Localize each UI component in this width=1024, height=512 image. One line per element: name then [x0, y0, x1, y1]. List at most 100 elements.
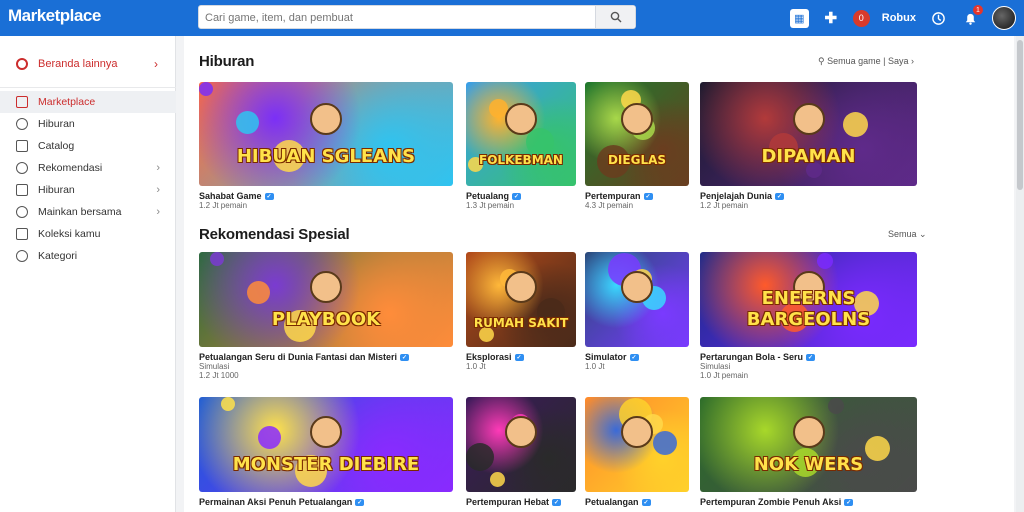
scroll-thumb[interactable] [1017, 40, 1023, 190]
main-content: Hiburan ⚲ Semua game | Saya › Rekomendas… [184, 36, 1014, 512]
game-name: Pertempuran Hebat ✓ [466, 497, 576, 507]
sidebar-item-5[interactable]: Mainkan bersama › [0, 201, 176, 223]
game-card[interactable]: NOK WERS Pertempuran Zombie Penuh Aksi ✓ [700, 397, 917, 507]
sidebar-list: Marketplace Hiburan Catalog Rekomendasi › Hib… [0, 91, 176, 267]
tag-icon [16, 250, 28, 262]
divider [0, 87, 176, 88]
thumbnail-decoration [526, 128, 554, 156]
game-name-text: Penjelajah Dunia [700, 191, 773, 201]
sidebar-header[interactable]: Beranda lainnya › [0, 50, 176, 78]
game-thumbnail[interactable]: FOLKEBMAN [466, 82, 576, 186]
see-all-link-1[interactable]: ⚲ Semua game | Saya › [818, 56, 914, 67]
see-all-label-1b: Saya [887, 56, 909, 66]
character-figure [621, 416, 653, 448]
game-card[interactable]: HIBUAN SGLEANS Sahabat Game ✓ 1.2 Jt pemain [199, 82, 453, 210]
verified-badge-icon: ✓ [629, 354, 639, 362]
game-name: Petualangan Seru di Dunia Fantasi dan Mi… [199, 352, 453, 362]
game-meta: 1.3 Jt pemain [466, 201, 515, 210]
game-thumbnail[interactable] [585, 252, 689, 347]
game-card[interactable]: RUMAH SAKIT Eksplorasi ✓ 1.0 Jt [466, 252, 576, 371]
game-thumbnail[interactable]: PLAYBOOK [199, 252, 453, 347]
game-thumbnail[interactable]: MONSTER DIEBIRE [199, 397, 453, 492]
game-thumbnail[interactable]: DIEGLAS [585, 82, 689, 186]
game-title-art: NOK WERS [753, 453, 864, 475]
build-icon[interactable]: ✚ [821, 8, 841, 28]
search-bar[interactable] [198, 5, 636, 29]
game-thumbnail[interactable]: HIBUAN SGLEANS [199, 82, 453, 186]
game-meta: 1.2 Jt pemain [700, 201, 749, 210]
chevron-right-icon: › [156, 184, 160, 196]
sidebar-item-label: Rekomendasi [38, 162, 103, 174]
search-input[interactable] [205, 9, 595, 26]
sidebar-item-0[interactable]: Marketplace [0, 91, 176, 113]
settings-icon[interactable] [928, 8, 948, 28]
game-card[interactable]: Simulator ✓ 1.0 Jt [585, 252, 689, 371]
game-name-text: Sahabat Game [199, 191, 262, 201]
verified-badge-icon: ✓ [775, 193, 785, 201]
game-card[interactable]: DIPAMAN Penjelajah Dunia ✓ 1.2 Jt pemain [700, 82, 917, 210]
game-name: Petualangan ✓ [585, 497, 689, 507]
thumbnail-decoration [653, 431, 677, 455]
game-card[interactable]: Pertempuran Hebat ✓ [466, 397, 576, 507]
see-all-label-2: Semua [888, 229, 917, 239]
game-name: Simulator ✓ [585, 352, 689, 362]
verified-badge-icon: ✓ [512, 193, 522, 201]
robux-icon[interactable]: 0 [852, 9, 870, 27]
game-thumbnail[interactable]: ENEERNS BARGEOLNS [700, 252, 917, 347]
sidebar-item-3[interactable]: Rekomendasi › [0, 157, 176, 179]
avatar[interactable] [992, 6, 1016, 30]
game-card[interactable]: PLAYBOOK Petualangan Seru di Dunia Fantas… [199, 252, 453, 380]
app-logo[interactable]: Marketplace [8, 6, 101, 26]
sidebar-item-1[interactable]: Hiburan [0, 113, 176, 135]
game-meta-secondary: 1.2 Jt 1000 [199, 371, 239, 380]
sidebar-item-6[interactable]: Koleksi kamu [0, 223, 176, 245]
game-title-art: RUMAH SAKIT [473, 315, 569, 330]
game-name-text: Pertarungan Bola - Seru [700, 352, 804, 362]
game-card[interactable]: DIEGLAS Pertempuran ✓ 4.3 Jt pemain [585, 82, 689, 210]
game-title-art: HIBUAN SGLEANS [236, 146, 416, 168]
character-figure [505, 102, 537, 135]
sidebar-item-label: Hiburan [38, 184, 75, 196]
game-card[interactable]: MONSTER DIEBIRE Permainan Aksi Penuh Petu… [199, 397, 453, 507]
robux-amount: 0 [858, 13, 864, 23]
section-title-1: Hiburan [199, 53, 255, 70]
see-all-label-1: Semua game [827, 56, 881, 66]
game-name: Pertarungan Bola - Seru ✓ [700, 352, 917, 362]
search-icon [610, 11, 621, 23]
sidebar-item-7[interactable]: Kategori [0, 245, 176, 267]
sidebar-item-4[interactable]: Hiburan › [0, 179, 176, 201]
game-name-text: Petualang [466, 191, 510, 201]
game-thumbnail[interactable] [585, 397, 689, 492]
game-thumbnail[interactable]: RUMAH SAKIT [466, 252, 576, 347]
verified-badge-icon: ✓ [552, 499, 562, 507]
thumbnail-decoration [221, 397, 235, 411]
game-card[interactable]: ENEERNS BARGEOLNS Pertarungan Bola - Seru… [700, 252, 917, 380]
catalog-icon[interactable]: ▦ [789, 8, 809, 28]
currency-text[interactable]: Robux [882, 8, 916, 28]
top-navbar: Marketplace ▦ ✚ 0 Robux 1 [0, 0, 1024, 36]
game-name-text: Pertempuran [585, 191, 641, 201]
game-name: Pertempuran ✓ [585, 191, 689, 201]
game-card[interactable]: FOLKEBMAN Petualang ✓ 1.3 Jt pemain [466, 82, 576, 210]
sidebar-item-2[interactable]: Catalog [0, 135, 176, 157]
section-title-2: Rekomendasi Spesial [199, 226, 350, 243]
character-figure [792, 416, 825, 448]
verified-badge-icon: ✓ [400, 354, 410, 362]
thumbnail-decoration [258, 426, 281, 449]
notifications-icon[interactable]: 1 [960, 5, 983, 28]
see-all-link-2[interactable]: Semua ⌄ [888, 229, 927, 240]
game-name-text: Eksplorasi [466, 352, 512, 362]
search-button[interactable] [595, 6, 635, 28]
game-meta: Simulasi [700, 362, 731, 371]
sidebar-item-label: Koleksi kamu [38, 228, 101, 240]
game-name: Pertempuran Zombie Penuh Aksi ✓ [700, 497, 917, 507]
game-meta: 1.0 Jt [466, 362, 486, 371]
game-name: Sahabat Game ✓ [199, 191, 453, 201]
game-thumbnail[interactable]: NOK WERS [700, 397, 917, 492]
game-thumbnail[interactable] [466, 397, 576, 492]
game-name-text: Simulator [585, 352, 627, 362]
game-thumbnail[interactable]: DIPAMAN [700, 82, 917, 186]
scrollbar[interactable] [1016, 36, 1024, 512]
game-card[interactable]: Petualangan ✓ [585, 397, 689, 507]
sidebar-item-label: Mainkan bersama [38, 206, 122, 218]
